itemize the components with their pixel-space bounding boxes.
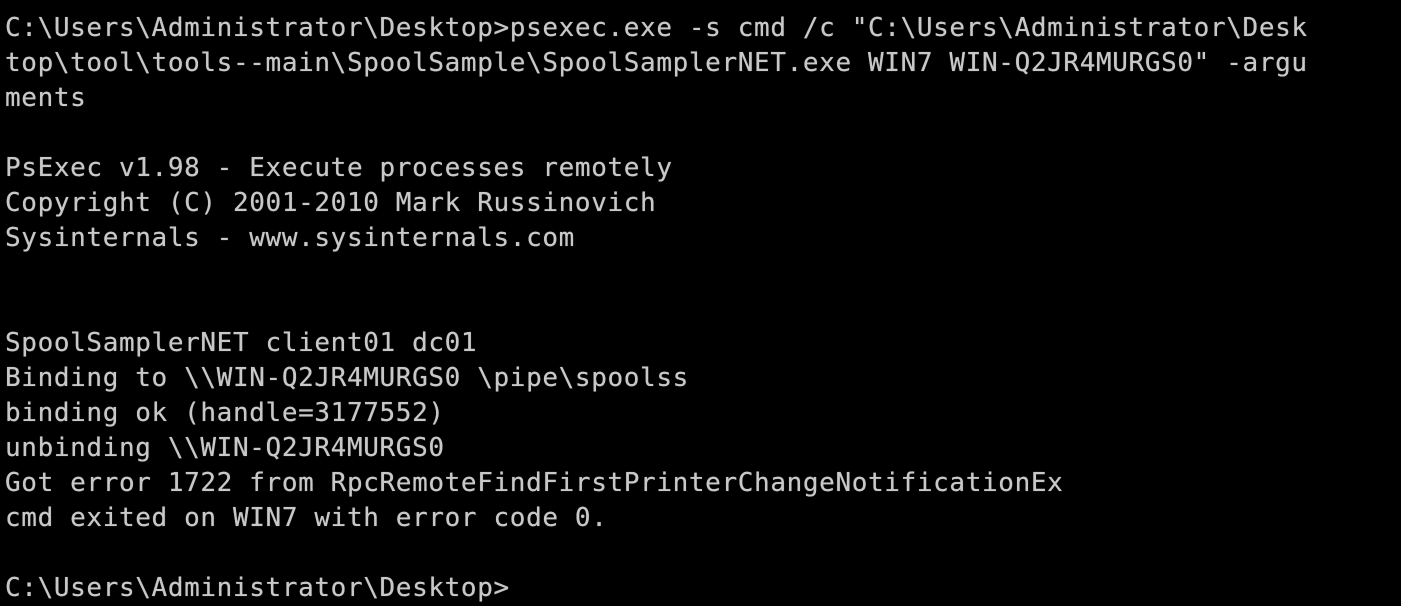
output-line: SpoolSamplerNET client01 dc01 bbox=[5, 328, 478, 358]
psexec-banner-title: PsExec v1.98 - Execute processes remotel… bbox=[5, 153, 673, 183]
psexec-banner-copyright: Copyright (C) 2001-2010 Mark Russinovich bbox=[5, 188, 657, 218]
command-line-wrap: top\tool\tools--main\SpoolSample\SpoolSa… bbox=[5, 48, 1308, 78]
command-line-wrap: ments bbox=[5, 83, 87, 113]
error-line: Got error 1722 from RpcRemoteFindFirstPr… bbox=[5, 468, 1064, 498]
console-window[interactable]: C:\Users\Administrator\Desktop>psexec.ex… bbox=[0, 0, 1401, 606]
exit-status-line: cmd exited on WIN7 with error code 0. bbox=[5, 503, 608, 533]
output-line: binding ok (handle=3177552) bbox=[5, 398, 445, 428]
psexec-banner-website: Sysinternals - www.sysinternals.com bbox=[5, 223, 575, 253]
command-line: C:\Users\Administrator\Desktop>psexec.ex… bbox=[5, 13, 1308, 43]
prompt-line[interactable]: C:\Users\Administrator\Desktop> bbox=[5, 571, 510, 606]
output-line: unbinding \\WIN-Q2JR4MURGS0 bbox=[5, 433, 445, 463]
output-line: Binding to \\WIN-Q2JR4MURGS0 \pipe\spool… bbox=[5, 363, 689, 393]
